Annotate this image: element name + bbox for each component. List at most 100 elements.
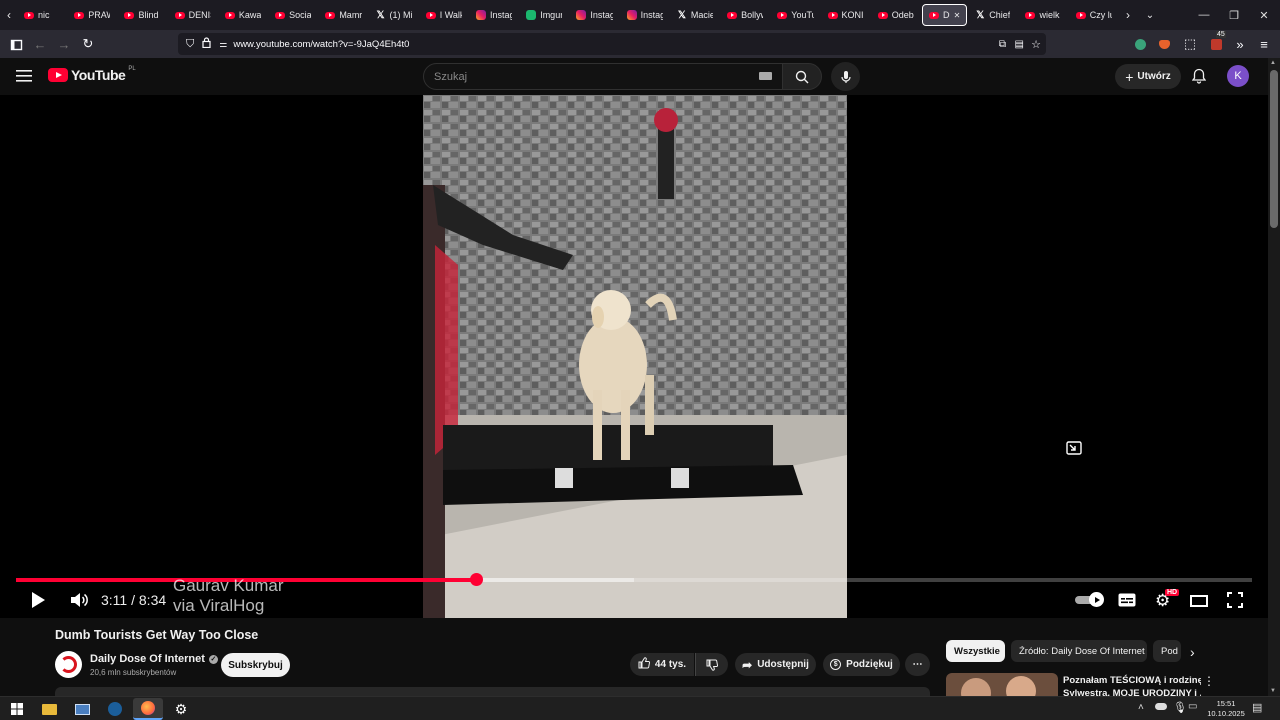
avatar[interactable]: K <box>1227 65 1249 87</box>
browser-tab[interactable]: Instag <box>570 4 618 26</box>
browser-tab[interactable]: Odeb <box>872 4 920 26</box>
fox-extension-icon[interactable] <box>1154 34 1174 54</box>
microphone-tray-icon[interactable]: 🎙 <box>1173 701 1187 714</box>
restore-icon[interactable]: ❐ <box>1218 0 1250 30</box>
related-thumbnail[interactable] <box>946 673 1058 696</box>
tab-scroll-right-icon[interactable]: › <box>1118 8 1138 22</box>
related-more-icon[interactable]: ⋮ <box>1203 674 1215 688</box>
subtitles-button[interactable] <box>1118 593 1136 612</box>
minimize-icon[interactable]: — <box>1188 0 1220 30</box>
x-favicon-icon: 𝕏 <box>376 9 385 21</box>
settings-app-icon[interactable]: ⚙ <box>166 698 196 720</box>
forward-icon[interactable]: → <box>54 34 74 54</box>
extensions-icon[interactable]: ⬚ <box>1180 34 1200 54</box>
miniplayer-icon[interactable] <box>1066 441 1082 460</box>
close-tab-icon[interactable]: ✕ <box>954 11 961 20</box>
keyboard-icon[interactable] <box>759 72 772 80</box>
page-scrollbar[interactable]: ▲ ▼ <box>1268 58 1280 696</box>
browser-tab[interactable]: DENIS <box>169 4 217 26</box>
more-actions-button[interactable]: ⋯ <box>905 653 930 676</box>
browser-tab[interactable]: Instag <box>470 4 518 26</box>
bookmark-star-icon[interactable]: ☆ <box>1031 38 1041 51</box>
browser-tab[interactable]: Social <box>269 4 317 26</box>
browser-tab[interactable]: Imgur <box>520 4 568 26</box>
remote-desktop-icon[interactable] <box>67 698 97 720</box>
steam-icon[interactable] <box>100 698 130 720</box>
play-button[interactable] <box>30 591 46 614</box>
more-tools-icon[interactable]: » <box>1230 34 1250 54</box>
mute-button[interactable] <box>70 592 88 613</box>
vpn-extension-icon[interactable] <box>1130 34 1150 54</box>
firefox-icon[interactable] <box>133 698 163 720</box>
browser-tab[interactable]: I Walk <box>420 4 468 26</box>
chip-all[interactable]: Wszystkie <box>946 640 1005 662</box>
autoplay-toggle[interactable] <box>1075 592 1105 607</box>
share-button[interactable]: ➦ Udostępnij <box>735 653 816 676</box>
browser-tab[interactable]: Du ✕ <box>921 4 968 26</box>
browser-tab[interactable]: 𝕏 Chief <box>969 4 1017 26</box>
channel-name-link[interactable]: Daily Dose Of Internet ✓ <box>90 653 218 665</box>
notifications-icon[interactable]: ▤ <box>1252 701 1262 714</box>
app-menu-icon[interactable]: ≡ <box>1254 34 1274 54</box>
url-bar[interactable]: ⛉ ⚌ www.youtube.com/watch?v=-9JaQ4Eh4t0 … <box>178 33 1046 55</box>
sidebar-toggle-icon[interactable] <box>6 34 26 54</box>
browser-tab[interactable]: 𝕏 (1) Mi <box>370 4 418 26</box>
chip-more[interactable]: Pod <box>1153 640 1181 662</box>
channel-avatar[interactable] <box>55 651 82 678</box>
fullscreen-button[interactable] <box>1227 592 1243 613</box>
thanks-label: Podziękuj <box>846 659 893 670</box>
browser-tab[interactable]: Kawal <box>219 4 267 26</box>
chips-next-icon[interactable]: › <box>1190 644 1195 660</box>
settings-button[interactable]: ⚙ HD <box>1155 589 1180 611</box>
scroll-up-icon[interactable]: ▲ <box>1270 60 1276 66</box>
youtube-logo[interactable]: YouTube PL <box>48 66 136 83</box>
lock-icon[interactable] <box>202 37 211 51</box>
file-explorer-icon[interactable] <box>34 698 64 720</box>
browser-tab[interactable]: Blind <box>118 4 166 26</box>
picture-in-picture-icon[interactable]: ⧉ <box>999 39 1006 50</box>
start-icon[interactable] <box>2 698 32 720</box>
video-player[interactable]: Gaurav Kumar via ViralHog 3:11 / 8:34 ⚙ … <box>0 95 1268 618</box>
dislike-button[interactable] <box>695 653 728 676</box>
browser-tab[interactable]: Instag <box>621 4 669 26</box>
clock[interactable]: 15:51 10.10.2025 <box>1206 699 1246 719</box>
guide-menu-icon[interactable] <box>16 69 32 88</box>
browser-tab[interactable]: KONII <box>822 4 870 26</box>
permissions-icon[interactable]: ⚌ <box>219 39 227 50</box>
onedrive-icon[interactable] <box>1155 703 1167 710</box>
browser-tab[interactable]: nic <box>18 4 66 26</box>
voice-search-button[interactable] <box>831 62 860 91</box>
hidden-icons-chevron-icon[interactable]: ˄ <box>1138 702 1144 713</box>
search-input[interactable]: Szukaj <box>423 63 783 90</box>
close-window-icon[interactable]: ✕ <box>1248 0 1280 30</box>
description-box[interactable] <box>55 687 930 696</box>
notifications-bell-icon[interactable] <box>1191 68 1207 89</box>
tracking-shield-icon[interactable]: ⛉ <box>186 38 194 51</box>
thanks-button[interactable]: $ Podziękuj <box>823 653 900 676</box>
browser-tab[interactable]: Bollyw <box>721 4 769 26</box>
url-text[interactable]: www.youtube.com/watch?v=-9JaQ4Eh4t0 <box>233 39 409 50</box>
browser-tab[interactable]: Czy lu <box>1070 4 1118 26</box>
browser-tab[interactable]: YouTu <box>771 4 819 26</box>
scroll-down-icon[interactable]: ▼ <box>1270 688 1276 694</box>
video-frame[interactable] <box>423 95 847 618</box>
search-button[interactable] <box>782 63 822 90</box>
browser-tab[interactable]: Mamr <box>319 4 367 26</box>
tab-scroll-left-icon[interactable]: ‹ <box>0 8 18 22</box>
browser-tab[interactable]: wielk <box>1019 4 1067 26</box>
ublock-extension-icon[interactable]: 45 <box>1206 31 1226 54</box>
scrollbar-thumb[interactable] <box>1270 70 1278 228</box>
browser-tab[interactable]: 𝕏 Macie <box>671 4 719 26</box>
theater-mode-button[interactable] <box>1190 594 1208 612</box>
list-all-tabs-icon[interactable]: ⌄ <box>1138 10 1162 21</box>
create-button[interactable]: + Utwórz <box>1115 64 1181 89</box>
like-button[interactable]: 44 tys. <box>630 653 694 676</box>
chip-source[interactable]: Źródło: Daily Dose Of Internet <box>1011 640 1147 662</box>
browser-tab[interactable]: PRAW <box>68 4 116 26</box>
network-icon[interactable]: ▭ <box>1188 701 1197 712</box>
subscribe-button[interactable]: Subskrybuj <box>221 653 290 677</box>
back-icon[interactable]: ← <box>30 34 50 54</box>
reader-view-icon[interactable]: ▤ <box>1015 39 1024 50</box>
reload-icon[interactable]: ↻ <box>78 34 98 54</box>
scrubber-handle[interactable] <box>469 573 483 586</box>
